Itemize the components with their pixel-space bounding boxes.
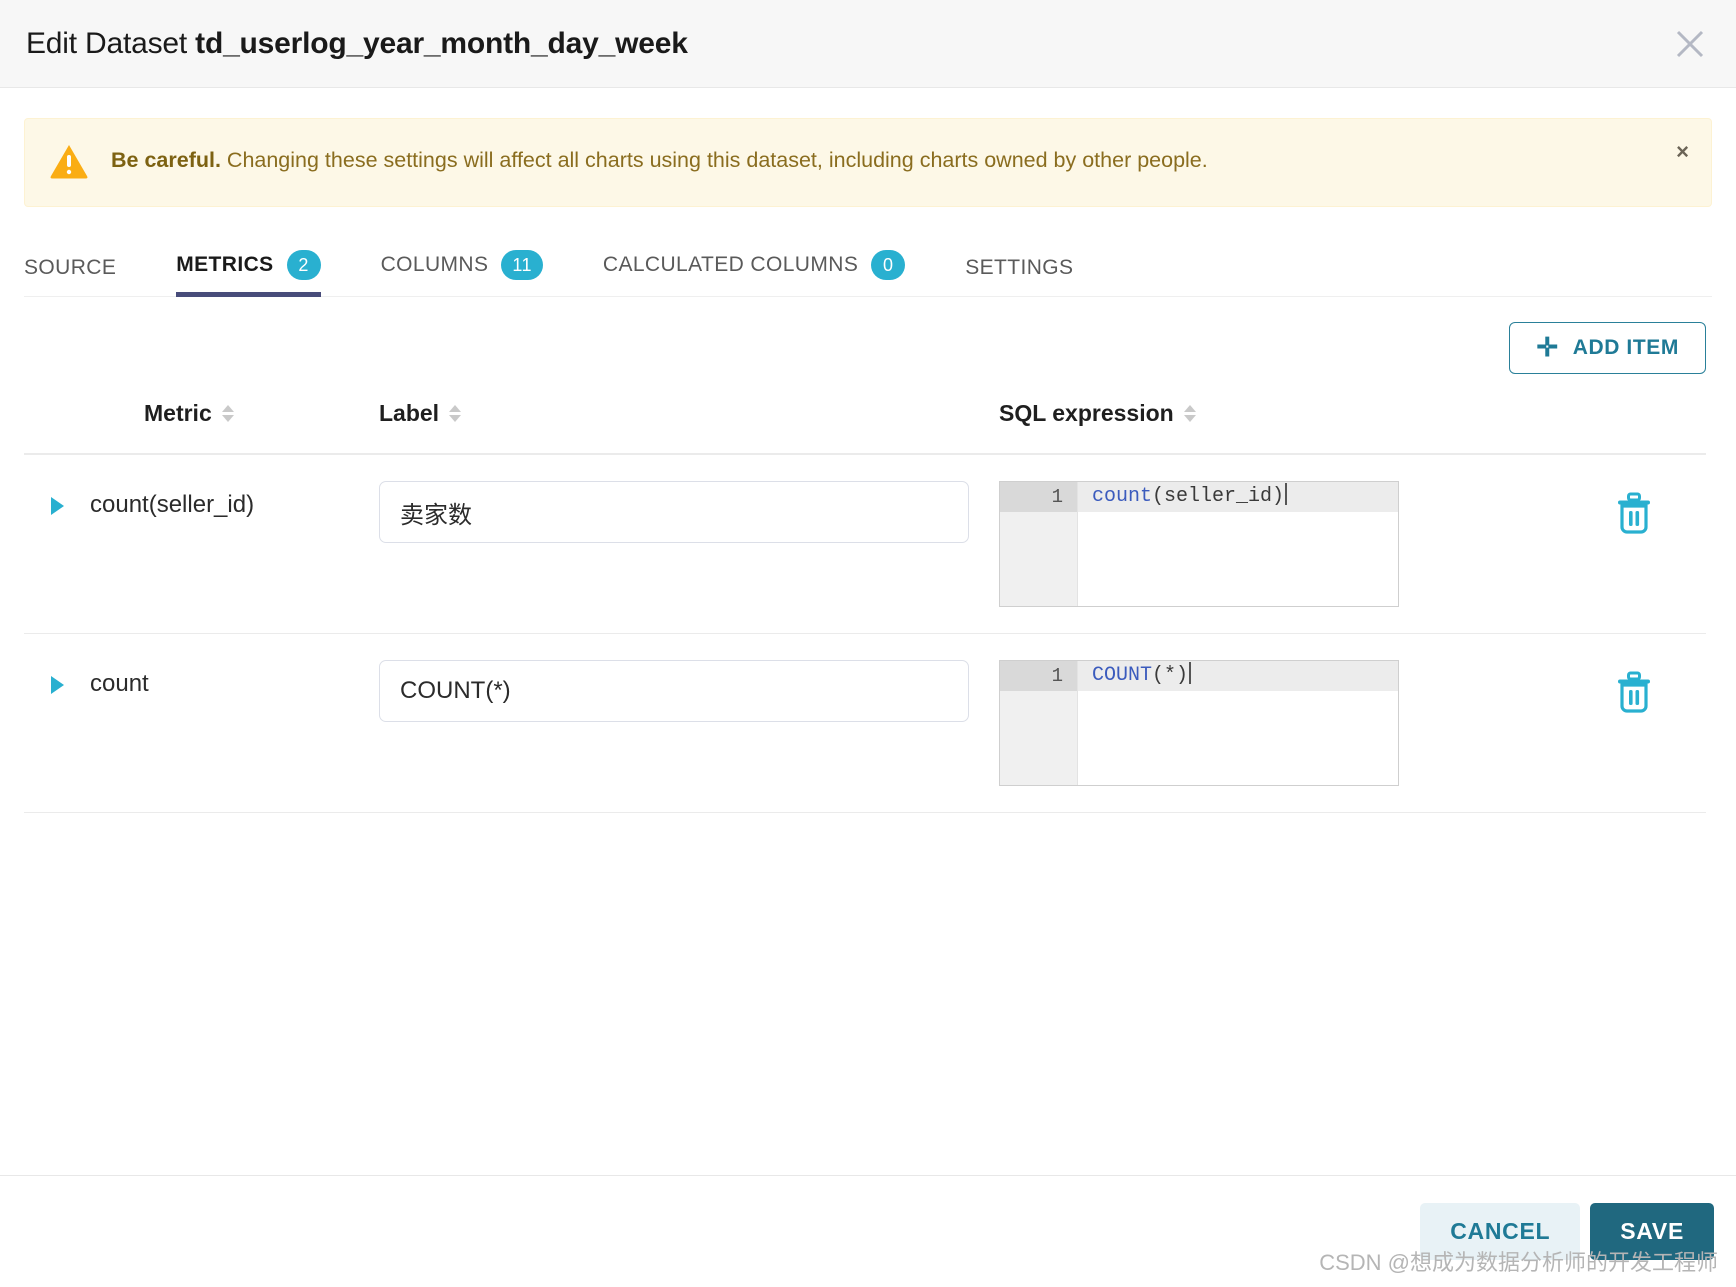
tab-bar: SOURCE METRICS 2 COLUMNS 11 CALCULATED C… — [24, 229, 1712, 297]
sort-icon[interactable] — [221, 405, 234, 422]
delete-metric-button[interactable] — [1604, 481, 1664, 535]
sort-icon[interactable] — [1183, 405, 1196, 422]
tab-columns[interactable]: COLUMNS 11 — [381, 250, 543, 296]
metrics-table: Metric Label SQL expression count(seller… — [24, 400, 1712, 813]
plus-icon: ✛ — [1536, 332, 1559, 362]
column-header-label[interactable]: Label — [379, 400, 999, 427]
tab-source[interactable]: SOURCE — [24, 256, 116, 296]
sql-expression-editor[interactable]: 1 COUNT(*) — [999, 660, 1399, 786]
add-item-button[interactable]: ✛ ADD ITEM — [1509, 322, 1706, 374]
cell-label — [379, 660, 999, 722]
column-header-sql-expression[interactable]: SQL expression — [999, 400, 1706, 427]
cell-metric: count(seller_id) — [24, 481, 379, 519]
tab-source-label: SOURCE — [24, 256, 117, 279]
add-item-label: ADD ITEM — [1572, 336, 1679, 359]
text-cursor — [1285, 483, 1288, 505]
modal-header: Edit Dataset td_userlog_year_month_day_w… — [0, 0, 1736, 88]
column-header-metric-label: Metric — [144, 400, 212, 426]
editor-code-area[interactable]: COUNT(*) — [1078, 661, 1398, 785]
metric-name: count(seller_id) — [90, 491, 255, 518]
alert-strong: Be careful. — [111, 148, 221, 172]
sql-function-token: COUNT — [1092, 664, 1153, 687]
column-header-metric[interactable]: Metric — [24, 400, 379, 427]
save-button[interactable]: SAVE — [1590, 1203, 1714, 1260]
editor-gutter: 1 — [1000, 482, 1078, 606]
editor-gutter: 1 — [1000, 661, 1078, 785]
editor-line-number: 1 — [1000, 661, 1077, 691]
tab-calculated-columns-badge: 0 — [871, 250, 906, 280]
cell-metric: count — [24, 660, 379, 698]
cancel-button[interactable]: CANCEL — [1420, 1203, 1581, 1260]
tab-metrics-label: METRICS — [176, 253, 274, 276]
warning-alert: Be careful. Changing these settings will… — [24, 118, 1712, 207]
sql-function-token: count — [1092, 485, 1153, 508]
warning-triangle-icon — [49, 143, 89, 184]
chevron-right-icon[interactable] — [24, 670, 90, 694]
alert-dismiss-icon[interactable]: × — [1676, 141, 1689, 163]
trash-icon — [1618, 671, 1650, 713]
tab-settings-label: SETTINGS — [965, 256, 1074, 279]
tab-columns-badge: 11 — [501, 250, 543, 280]
page-title: Edit Dataset td_userlog_year_month_day_w… — [26, 27, 688, 61]
tab-columns-label: COLUMNS — [380, 253, 489, 276]
modal-body: Be careful. Changing these settings will… — [0, 118, 1736, 813]
sql-args-token: (*) — [1152, 664, 1189, 687]
sql-args-token: (seller_id) — [1152, 485, 1285, 508]
column-header-sql-label: SQL expression — [999, 400, 1174, 426]
delete-metric-button[interactable] — [1604, 660, 1664, 714]
tab-calculated-columns-label: CALCULATED COLUMNS — [602, 253, 859, 276]
tab-calculated-columns[interactable]: CALCULATED COLUMNS 0 — [602, 250, 906, 296]
metric-label-input[interactable] — [379, 660, 969, 722]
alert-body: Changing these settings will affect all … — [220, 148, 1208, 172]
editor-line-number: 1 — [1000, 482, 1077, 512]
toolbar: ✛ ADD ITEM — [24, 297, 1712, 374]
close-icon[interactable] — [1668, 22, 1712, 66]
sort-icon[interactable] — [449, 405, 462, 422]
title-prefix: Edit Dataset — [26, 26, 196, 60]
table-row: count 1 COUNT(*) — [24, 634, 1706, 813]
cell-sql-expression: 1 COUNT(*) — [999, 660, 1706, 786]
editor-code-line: COUNT(*) — [1078, 661, 1398, 691]
cell-sql-expression: 1 count(seller_id) — [999, 481, 1706, 607]
editor-code-line: count(seller_id) — [1078, 482, 1398, 512]
metric-label-input[interactable] — [379, 481, 969, 543]
sql-expression-editor[interactable]: 1 count(seller_id) — [999, 481, 1399, 607]
table-row: count(seller_id) 1 count(seller_id) — [24, 455, 1706, 634]
chevron-right-icon[interactable] — [24, 491, 90, 515]
editor-code-area[interactable]: count(seller_id) — [1078, 482, 1398, 606]
text-cursor — [1189, 662, 1192, 684]
tab-metrics-badge: 2 — [286, 250, 321, 280]
cell-label — [379, 481, 999, 543]
tab-settings[interactable]: SETTINGS — [965, 256, 1073, 296]
metric-name: count — [90, 670, 149, 697]
column-header-label-label: Label — [379, 400, 440, 426]
trash-icon — [1618, 492, 1650, 534]
alert-message: Be careful. Changing these settings will… — [111, 141, 1208, 181]
dataset-name: td_userlog_year_month_day_week — [195, 26, 688, 60]
modal-footer: CANCEL SAVE — [0, 1175, 1736, 1287]
tab-metrics[interactable]: METRICS 2 — [176, 250, 321, 297]
table-header-row: Metric Label SQL expression — [24, 400, 1706, 455]
